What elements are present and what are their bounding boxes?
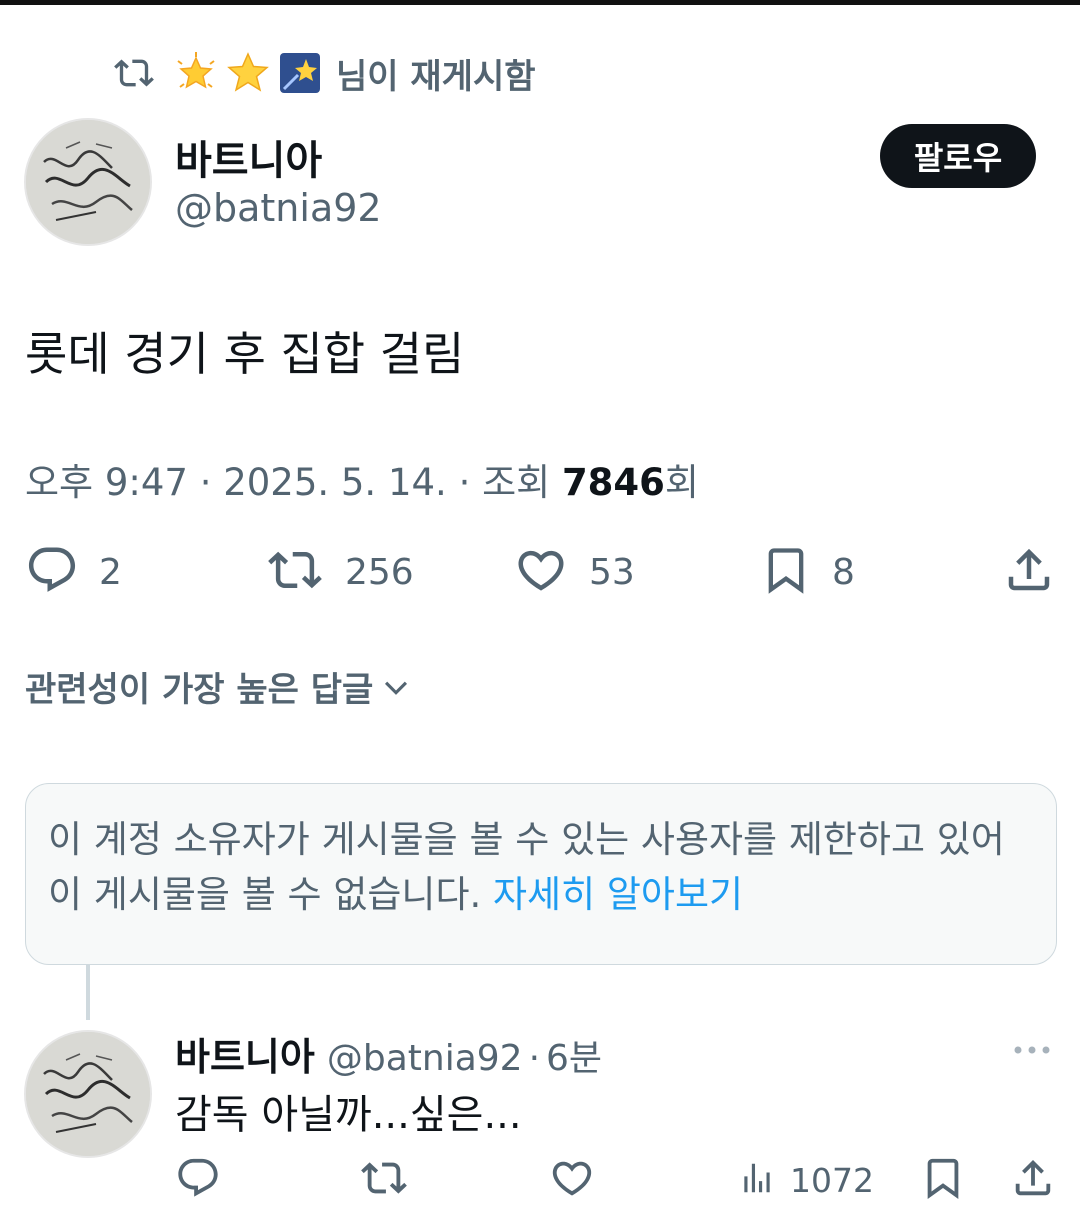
tweet-timestamp[interactable]: 오후 9:47 · 2025. 5. 14. · 조회: [25, 461, 562, 504]
chevron-down-icon: [379, 670, 413, 704]
view-suffix: 회: [664, 461, 699, 504]
reply-header: 바트니아 @batnia92 · 6분: [175, 1026, 602, 1081]
reply-view-count: 1072: [790, 1160, 874, 1200]
reply-like-button[interactable]: [548, 1152, 596, 1208]
thread-connector: [86, 965, 90, 1020]
analytics-icon: [738, 1156, 776, 1204]
repost-icon: [265, 543, 325, 601]
bookmark-button[interactable]: 8: [760, 542, 855, 602]
author-handle[interactable]: @batnia92: [175, 186, 382, 230]
tweet-text: 롯데 경기 후 집합 걸림: [25, 327, 465, 381]
repost-button[interactable]: 256: [265, 542, 414, 602]
tweet-meta: 오후 9:47 · 2025. 5. 14. · 조회 7846회: [25, 452, 699, 506]
repost-banner-text: 님이 재게시함: [336, 56, 536, 97]
reply-author-name[interactable]: 바트니아: [175, 1026, 315, 1081]
shooting-star-icon: [278, 51, 322, 95]
learn-more-link[interactable]: 자세히 알아보기: [493, 873, 743, 916]
replies-sort-dropdown[interactable]: 관련성이 가장 높은 답글: [25, 662, 413, 711]
more-options-icon[interactable]: [1010, 1036, 1054, 1064]
reply-author-avatar[interactable]: [24, 1030, 152, 1158]
reply-repost-button[interactable]: [358, 1152, 410, 1208]
reply-share-button[interactable]: [1010, 1152, 1056, 1208]
tweet-action-bar: 2 256 53 8: [0, 542, 1080, 602]
repost-icon: [112, 51, 156, 95]
reply-icon: [175, 1155, 221, 1205]
like-button[interactable]: 53: [513, 542, 635, 602]
star-icon: [226, 51, 270, 95]
author-name[interactable]: 바트니아: [175, 128, 322, 186]
bookmark-icon: [760, 542, 812, 602]
restricted-post-notice: 이 계정 소유자가 게시물을 볼 수 있는 사용자를 제한하고 있어 이 게시물…: [25, 783, 1057, 965]
separator-dot: ·: [528, 1038, 541, 1079]
repost-count: 256: [345, 551, 414, 593]
reply-count: 2: [99, 551, 122, 593]
reply-views-button[interactable]: 1072: [738, 1152, 874, 1208]
follow-button[interactable]: 팔로우: [880, 124, 1036, 188]
author-avatar[interactable]: [24, 118, 152, 246]
heart-icon: [513, 543, 569, 601]
bookmark-icon: [920, 1154, 966, 1206]
reply-timestamp[interactable]: 6분: [546, 1029, 602, 1081]
heart-icon: [548, 1155, 596, 1205]
reply-icon: [25, 543, 79, 601]
reply-text: 감독 아닐까...싶은...: [175, 1092, 522, 1138]
view-count: 7846: [561, 461, 665, 504]
bookmark-count: 8: [832, 551, 855, 593]
reply-button[interactable]: 2: [25, 542, 122, 602]
share-icon: [1002, 543, 1056, 601]
repost-banner: 님이 재게시함: [112, 50, 536, 97]
reply-author-handle[interactable]: @batnia92: [327, 1038, 523, 1079]
share-icon: [1010, 1155, 1056, 1205]
reply-bookmark-button[interactable]: [920, 1152, 966, 1208]
top-edge-bar: [0, 0, 1080, 5]
reply-action-bar: 1072: [0, 1152, 1080, 1208]
share-button[interactable]: [1002, 542, 1056, 602]
reply-reply-button[interactable]: [175, 1152, 221, 1208]
glowing-star-icon: [174, 51, 218, 95]
replies-sort-label: 관련성이 가장 높은 답글: [25, 670, 374, 710]
repost-icon: [358, 1155, 410, 1205]
like-count: 53: [589, 551, 635, 593]
